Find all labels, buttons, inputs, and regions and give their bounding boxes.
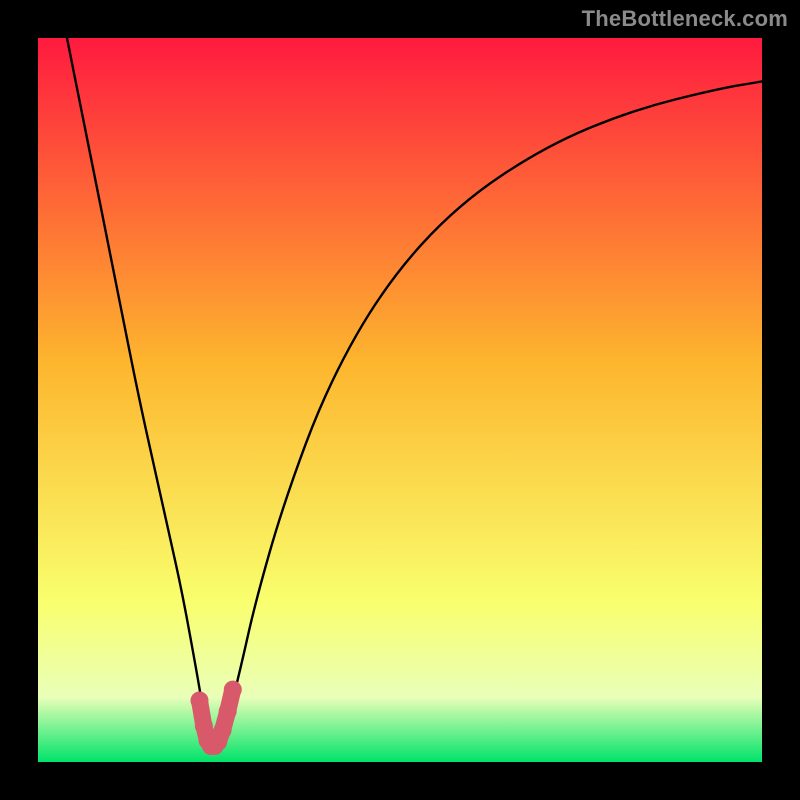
gradient-background: [38, 38, 762, 762]
watermark-text: TheBottleneck.com: [582, 6, 788, 32]
bottleneck-chart: [38, 38, 762, 762]
marker-dot: [191, 692, 209, 710]
outer-frame: TheBottleneck.com: [0, 0, 800, 800]
marker-dot: [214, 721, 232, 739]
marker-dot: [224, 681, 242, 699]
marker-dot: [219, 702, 237, 720]
